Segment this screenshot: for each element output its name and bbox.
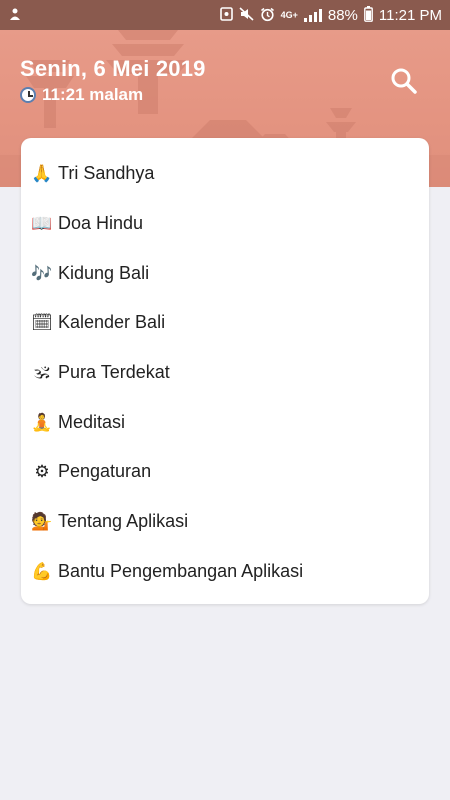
- menu-card: 🙏 Tri Sandhya 📖 Doa Hindu 🎶 Kidung Bali …: [21, 138, 429, 604]
- menu-item-bantu-pengembangan[interactable]: 💪 Bantu Pengembangan Aplikasi: [21, 547, 429, 597]
- menu-item-pengaturan[interactable]: ⚙ Pengaturan: [21, 447, 429, 497]
- open-book-icon: 📖: [31, 214, 53, 234]
- menu-item-kalender-bali[interactable]: 🗓 Kalender Bali: [21, 298, 429, 348]
- menu-item-label: Pengaturan: [58, 461, 152, 482]
- status-bar: 4G+ 88% 11:21 PM: [0, 0, 450, 30]
- menu-item-kidung-bali[interactable]: 🎶 Kidung Bali: [21, 248, 429, 298]
- status-time: 11:21 PM: [378, 6, 442, 24]
- menu-item-label: Doa Hindu: [58, 213, 144, 234]
- menu-item-doa-hindu[interactable]: 📖 Doa Hindu: [21, 199, 429, 249]
- screenshot-icon: [219, 7, 233, 23]
- menu-item-label: Pura Terdekat: [58, 362, 170, 383]
- header-time-row: 11:21 malam: [20, 85, 143, 105]
- settings-icon: ⚙: [34, 462, 50, 482]
- battery-icon: [364, 6, 373, 24]
- app-notification-icon: [8, 7, 22, 23]
- mute-icon: [239, 7, 254, 23]
- praying-hands-icon: 🙏: [31, 164, 53, 184]
- menu-item-label: Tentang Aplikasi: [58, 511, 189, 532]
- menu-item-label: Tri Sandhya: [58, 163, 155, 184]
- info-person-icon: 💁: [31, 512, 53, 532]
- search-button[interactable]: [388, 65, 420, 97]
- flexed-biceps-icon: 💪: [31, 561, 53, 581]
- menu-item-label: Kalender Bali: [58, 312, 166, 333]
- battery-percent: 88%: [327, 6, 358, 24]
- menu-item-meditasi[interactable]: 🧘 Meditasi: [21, 397, 429, 447]
- alarm-icon: [260, 7, 275, 24]
- menu-item-label: Meditasi: [58, 411, 126, 432]
- menu-item-tentang-aplikasi[interactable]: 💁 Tentang Aplikasi: [21, 497, 429, 547]
- clock-icon: [20, 87, 36, 103]
- search-icon: [391, 68, 417, 94]
- menu-item-label: Bantu Pengembangan Aplikasi: [58, 560, 304, 581]
- menu-item-pura-terdekat[interactable]: 🕉 Pura Terdekat: [21, 348, 429, 398]
- om-icon: 🕉: [34, 363, 50, 383]
- meditation-icon: 🧘: [31, 412, 53, 432]
- header-date: Senin, 6 Mei 2019: [20, 56, 206, 81]
- network-type: 4G+: [280, 9, 298, 20]
- music-notes-icon: 🎶: [31, 263, 53, 283]
- header-time: 11:21 malam: [42, 85, 144, 104]
- menu-item-label: Kidung Bali: [58, 262, 150, 283]
- signal-icon: [303, 8, 322, 22]
- menu-item-tri-sandhya[interactable]: 🙏 Tri Sandhya: [21, 149, 429, 199]
- calendar-icon: 🗓: [31, 313, 53, 333]
- main-menu: 🙏 Tri Sandhya 📖 Doa Hindu 🎶 Kidung Bali …: [21, 149, 429, 596]
